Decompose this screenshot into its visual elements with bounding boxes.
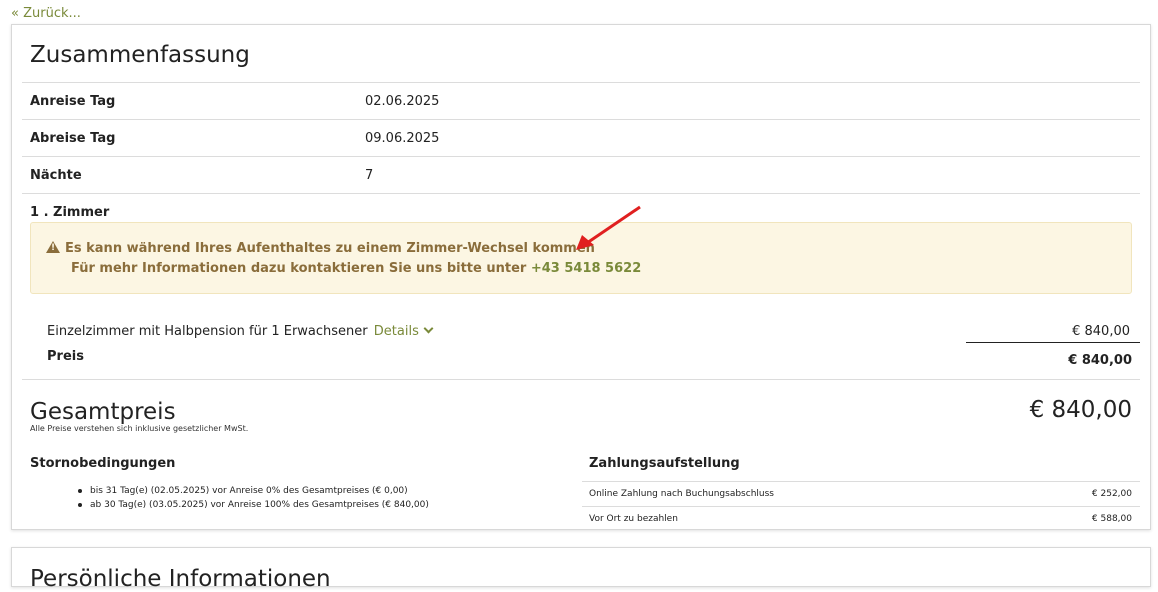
list-item: ab 30 Tag(e) (03.05.2025) vor Anreise 10… xyxy=(72,498,429,512)
price-underline xyxy=(966,342,1140,343)
divider xyxy=(22,156,1140,157)
payment-title: Zahlungsaufstellung xyxy=(589,456,740,471)
payment-online-label: Online Zahlung nach Buchungsabschluss xyxy=(589,489,774,499)
personal-info-title: Persönliche Informationen xyxy=(30,566,331,592)
divider xyxy=(22,193,1140,194)
payment-onsite-value: € 588,00 xyxy=(1091,514,1132,524)
arrival-value: 02.06.2025 xyxy=(365,94,440,109)
summary-card: Zusammenfassung Anreise Tag 02.06.2025 A… xyxy=(11,24,1151,530)
nights-value: 7 xyxy=(365,168,374,183)
summary-title: Zusammenfassung xyxy=(30,42,250,68)
phone-link[interactable]: +43 5418 5622 xyxy=(531,261,641,276)
nights-label: Nächte xyxy=(30,168,82,183)
price-label: Preis xyxy=(47,349,84,364)
room-item-description: Einzelzimmer mit Halbpension für 1 Erwac… xyxy=(47,324,368,339)
room-title: 1 . Zimmer xyxy=(30,205,110,220)
warning-triangle-icon xyxy=(46,241,60,253)
divider xyxy=(22,119,1140,120)
departure-value: 09.06.2025 xyxy=(365,131,440,146)
price-value: € 840,00 xyxy=(1068,353,1132,368)
payment-online-value: € 252,00 xyxy=(1091,489,1132,499)
divider xyxy=(582,506,1140,507)
back-link[interactable]: « Zurück... xyxy=(11,6,81,21)
annotation-arrow-icon xyxy=(576,205,641,250)
total-value: € 840,00 xyxy=(1029,397,1132,423)
personal-info-card: Persönliche Informationen xyxy=(11,547,1151,592)
cancellation-title: Stornobedingungen xyxy=(30,456,176,471)
total-label: Gesamtpreis xyxy=(30,399,176,425)
list-item: bis 31 Tag(e) (02.05.2025) vor Anreise 0… xyxy=(72,484,429,498)
room-item: Einzelzimmer mit Halbpension für 1 Erwac… xyxy=(47,323,434,339)
divider xyxy=(582,481,1140,482)
room-item-price: € 840,00 xyxy=(1072,324,1130,339)
payment-onsite-label: Vor Ort zu bezahlen xyxy=(589,514,678,524)
arrival-label: Anreise Tag xyxy=(30,94,116,109)
alert-line2: Für mehr Informationen dazu kontaktieren… xyxy=(71,261,527,276)
total-note: Alle Preise verstehen sich inklusive ges… xyxy=(30,424,249,433)
chevron-down-icon xyxy=(423,323,434,334)
alert-line1: Es kann während Ihres Aufenthaltes zu ei… xyxy=(65,241,595,256)
divider xyxy=(22,82,1140,83)
departure-label: Abreise Tag xyxy=(30,131,116,146)
details-toggle[interactable]: Details xyxy=(374,323,434,339)
cancellation-list: bis 31 Tag(e) (02.05.2025) vor Anreise 0… xyxy=(72,484,429,512)
divider xyxy=(22,379,1140,380)
